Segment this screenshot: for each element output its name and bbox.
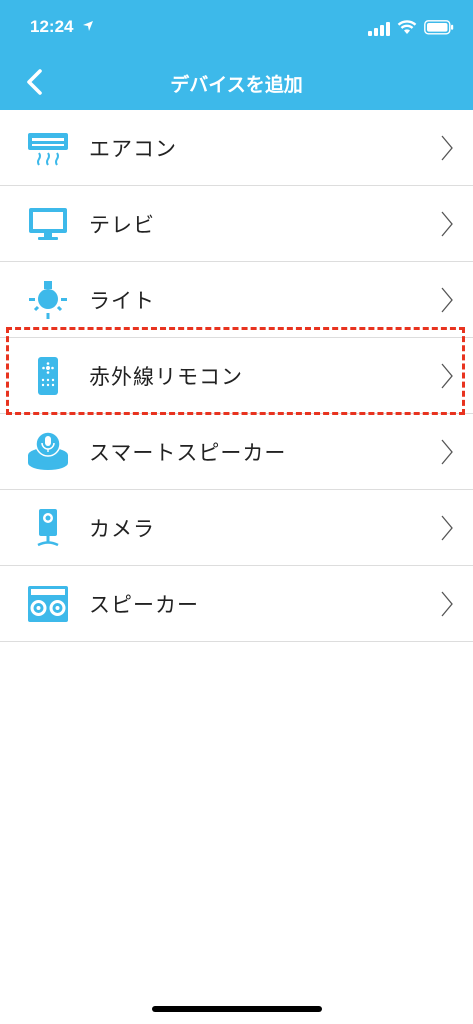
- battery-icon: [424, 20, 454, 35]
- chevron-right-icon: [441, 211, 453, 236]
- device-row-smart-speaker[interactable]: スマートスピーカー: [0, 414, 473, 490]
- camera-icon: [37, 508, 59, 546]
- speaker-icon: [28, 585, 68, 622]
- device-label: ライト: [89, 288, 155, 313]
- device-row-ir-remote[interactable]: 赤外線リモコン: [0, 338, 473, 414]
- device-label: カメラ: [89, 516, 155, 541]
- location-arrow-icon: [83, 21, 93, 31]
- chevron-right-icon: [441, 591, 453, 616]
- tv-icon: [29, 207, 67, 240]
- device-label: 赤外線リモコン: [89, 364, 243, 389]
- cellular-signal-icon: [368, 22, 390, 36]
- device-row-light[interactable]: ライト: [0, 262, 473, 338]
- device-row-air-conditioner[interactable]: エアコン: [0, 110, 473, 186]
- header-bar: 12:24 デバイスを追加: [0, 0, 473, 110]
- device-row-camera[interactable]: カメラ: [0, 490, 473, 566]
- light-bulb-icon: [29, 280, 67, 319]
- device-label: スマートスピーカー: [89, 440, 287, 465]
- chevron-right-icon: [441, 287, 453, 312]
- ir-remote-icon: [38, 356, 58, 395]
- chevron-right-icon: [441, 135, 453, 160]
- device-label: テレビ: [89, 212, 155, 237]
- chevron-right-icon: [441, 363, 453, 388]
- device-row-speaker[interactable]: スピーカー: [0, 566, 473, 642]
- device-label: スピーカー: [89, 592, 199, 617]
- chevron-right-icon: [441, 439, 453, 464]
- chevron-right-icon: [441, 515, 453, 540]
- status-time: 12:24: [30, 17, 74, 36]
- air-conditioner-icon: [28, 132, 68, 166]
- wifi-icon: [397, 20, 417, 34]
- device-label: エアコン: [89, 136, 177, 161]
- device-row-tv[interactable]: テレビ: [0, 186, 473, 262]
- smart-speaker-icon: [28, 430, 68, 470]
- home-indicator[interactable]: [152, 1006, 322, 1012]
- device-list: エアコン テレビ ライト 赤外線リモコン スマートスピーカー カメラ スピーカー: [0, 110, 473, 642]
- page-title: デバイスを追加: [170, 74, 303, 96]
